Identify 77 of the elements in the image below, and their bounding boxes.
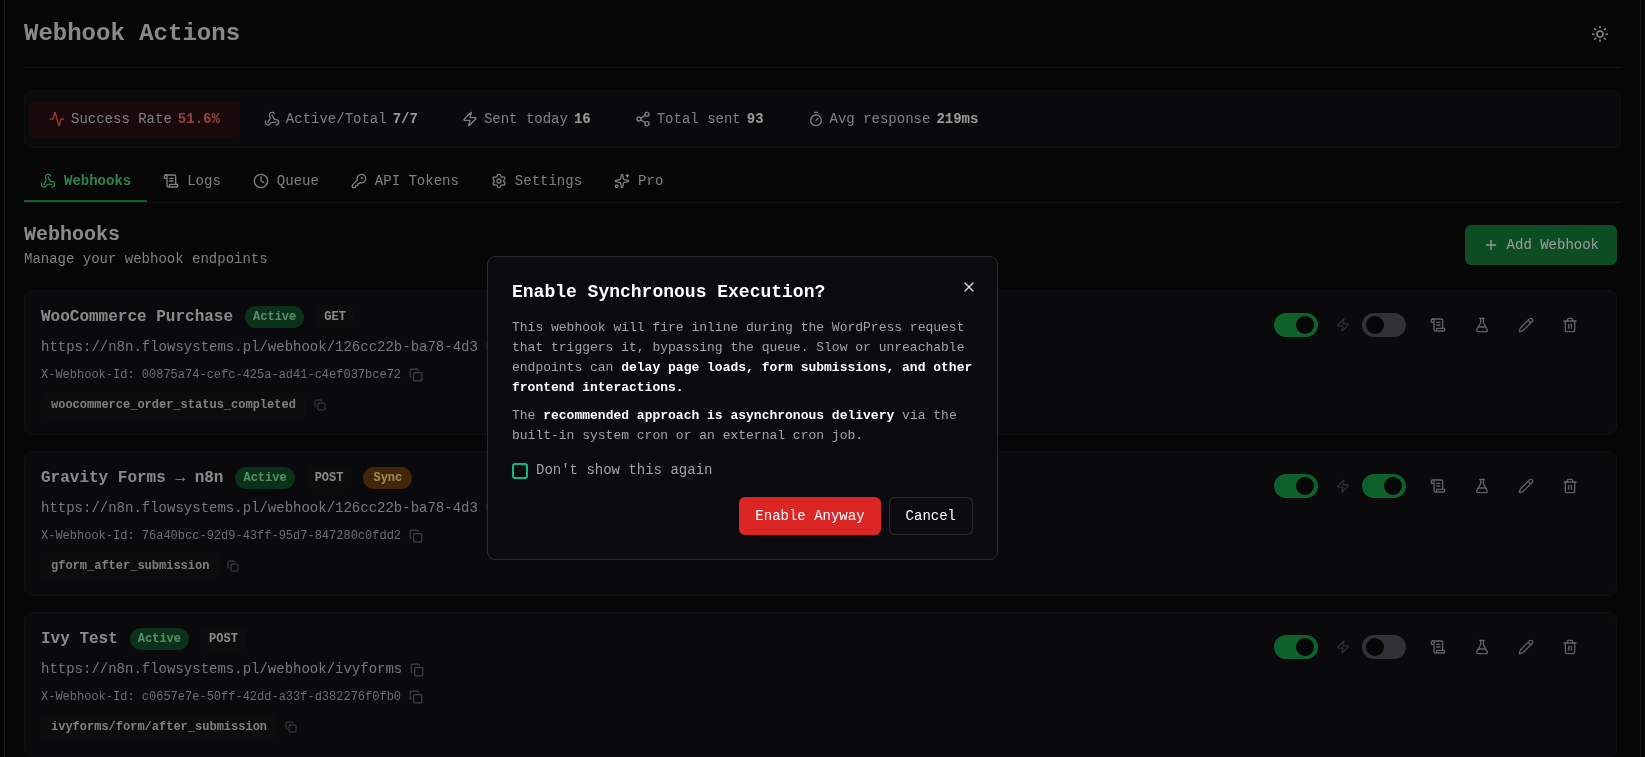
- stat-label: Active/Total: [285, 109, 387, 129]
- sparkles-icon: [614, 173, 631, 189]
- delete-icon[interactable]: [1562, 478, 1578, 494]
- lightning-icon: [461, 111, 478, 127]
- enable-toggle[interactable]: [1274, 474, 1318, 498]
- stat-label: Total sent: [656, 109, 741, 129]
- copy-icon[interactable]: [409, 368, 424, 382]
- tab[interactable]: Queue: [236, 162, 335, 202]
- tab[interactable]: Pro: [598, 162, 680, 202]
- flask-icon[interactable]: [1474, 639, 1490, 655]
- webhook-id: X-Webhook-Id: 00875a74-cefc-425a-ad41-c4ef037bce72: [41, 367, 402, 384]
- tab[interactable]: Logs: [147, 162, 237, 202]
- tab[interactable]: Webhooks: [24, 162, 148, 202]
- theme-toggle-icon[interactable]: [1591, 24, 1609, 43]
- tab[interactable]: Settings: [474, 162, 599, 202]
- share-icon: [634, 111, 651, 127]
- webhook-url: https://n8n.flowsystems.pl/webhook/126cc22b-ba78-4d3: [41, 499, 478, 518]
- logs-icon[interactable]: [1430, 639, 1446, 655]
- tab[interactable]: API Tokens: [334, 162, 475, 202]
- section-title: Webhooks: [24, 222, 121, 248]
- flask-icon[interactable]: [1474, 317, 1490, 333]
- lightning-icon: [1336, 640, 1350, 654]
- webhook-name: Gravity Forms → n8n: [41, 468, 224, 489]
- section-subtitle: Manage your webhook endpoints: [24, 250, 268, 269]
- edit-icon[interactable]: [1518, 639, 1534, 655]
- cancel-button[interactable]: Cancel: [888, 497, 973, 535]
- timer-icon: [807, 111, 824, 127]
- stat-value: 93: [746, 109, 764, 129]
- webhook-id: X-Webhook-Id: c0657e7e-50ff-42dd-a33f-d382276f0fb0: [41, 689, 402, 706]
- lightning-icon: [1336, 479, 1350, 493]
- stat-label: Avg response: [829, 109, 931, 129]
- status-badge: Active: [129, 628, 190, 650]
- enable-toggle[interactable]: [1274, 635, 1318, 659]
- webhook-url: https://n8n.flowsystems.pl/webhook/126cc22b-ba78-4d3: [41, 338, 478, 357]
- sync-toggle[interactable]: [1362, 474, 1406, 498]
- sync-toggle[interactable]: [1362, 313, 1406, 337]
- delete-icon[interactable]: [1562, 317, 1578, 333]
- gear-icon: [490, 173, 507, 189]
- copy-icon[interactable]: [410, 662, 425, 677]
- logs-icon[interactable]: [1430, 317, 1446, 333]
- clock-icon: [252, 173, 269, 189]
- key-icon: [350, 173, 367, 189]
- stat-value: 219ms: [936, 109, 979, 129]
- enable-toggle[interactable]: [1274, 313, 1318, 337]
- logs-icon[interactable]: [1430, 478, 1446, 494]
- edit-icon[interactable]: [1518, 478, 1534, 494]
- webhook-icon: [40, 173, 56, 189]
- flask-icon[interactable]: [1474, 478, 1490, 494]
- checkbox-label: Don't show this again: [536, 461, 713, 480]
- stat-label: Sent today: [483, 109, 568, 129]
- delete-icon[interactable]: [1562, 639, 1578, 655]
- webhook-icon: [263, 111, 280, 127]
- checkbox[interactable]: [512, 462, 528, 479]
- scroll-icon: [163, 173, 180, 189]
- copy-icon[interactable]: [409, 690, 424, 704]
- copy-icon[interactable]: [409, 529, 424, 543]
- sync-toggle[interactable]: [1362, 635, 1406, 659]
- webhook-name: Ivy Test: [41, 629, 118, 650]
- dialog-title: Enable Synchronous Execution?: [512, 281, 826, 304]
- add-webhook-button[interactable]: Add Webhook: [1464, 225, 1617, 265]
- webhook-url: https://n8n.flowsystems.pl/webhook/ivyforms: [41, 660, 403, 679]
- stat-value: 51.6%: [177, 109, 220, 129]
- page-title: Webhook Actions: [24, 18, 241, 49]
- stat-value: 7/7: [392, 109, 418, 129]
- stat-label: Success Rate: [71, 109, 172, 129]
- sync-badge: Sync: [363, 467, 413, 489]
- webhook-id: X-Webhook-Id: 76a40bcc-92d9-43ff-95d7-847280c0fdd2: [41, 528, 402, 545]
- status-badge: Active: [235, 467, 295, 489]
- webhook-name: WooCommerce Purchase: [41, 307, 234, 328]
- edit-icon[interactable]: [1518, 317, 1534, 333]
- pulse-icon: [49, 111, 65, 127]
- enable-anyway-button[interactable]: Enable Anyway: [739, 497, 881, 535]
- dialog-paragraph: This webhook will fire inline during the WordPress request that triggers it, bypassing the queue. Slow or unreachable endpoints can delay page loads, form submissions, and other frontend interactions.: [512, 319, 973, 397]
- stat-value: 16: [573, 109, 591, 129]
- lightning-icon: [1336, 318, 1350, 332]
- dialog-paragraph: The recommended approach is asynchronous delivery via the built-in system cron or an external cron job.: [512, 407, 958, 445]
- status-badge: Active: [245, 306, 305, 328]
